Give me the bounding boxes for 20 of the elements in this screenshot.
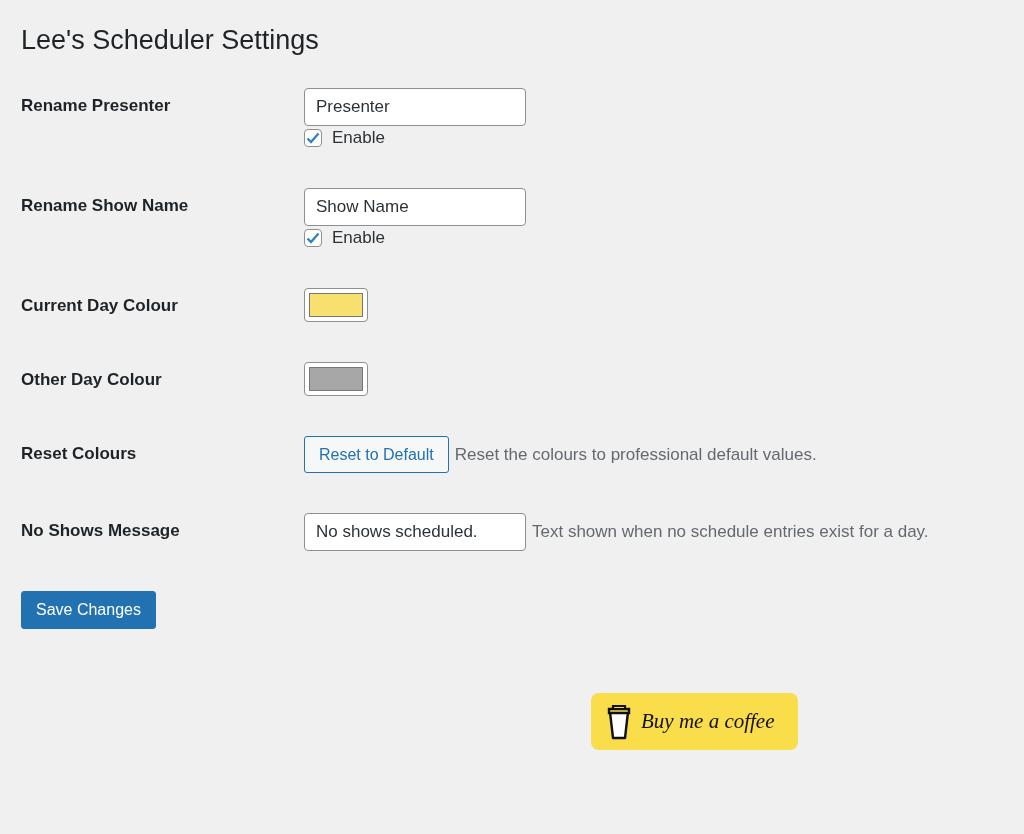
reset-button[interactable]: Reset to Default [304,436,449,473]
field-description: Reset the colours to professional default values. [454,444,817,465]
setting-label: Current Day Colour [21,295,179,317]
text-field[interactable]: Presenter [304,88,526,126]
checkbox[interactable] [304,129,322,147]
text-field[interactable]: Show Name [304,188,526,226]
setting-label: No Shows Message [21,520,181,542]
setting-label: Rename Show Name [21,195,190,217]
setting-label: Other Day Colour [21,369,163,391]
checkbox-label: Enable [332,128,385,148]
checkbox[interactable] [304,229,322,247]
field-description: Text shown when no schedule entries exist for a day. [532,522,929,542]
save-button[interactable]: Save Changes [21,591,156,629]
setting-label: Reset Colours [21,443,138,465]
coffee-cup-icon [607,703,631,740]
text-field[interactable]: No shows scheduled. [304,513,526,551]
page-title: Lee's Scheduler Settings [21,24,320,56]
checkbox-label: Enable [332,228,385,248]
setting-label: Rename Presenter [21,95,172,117]
coffee-button[interactable]: Buy me a coffee [591,693,798,750]
